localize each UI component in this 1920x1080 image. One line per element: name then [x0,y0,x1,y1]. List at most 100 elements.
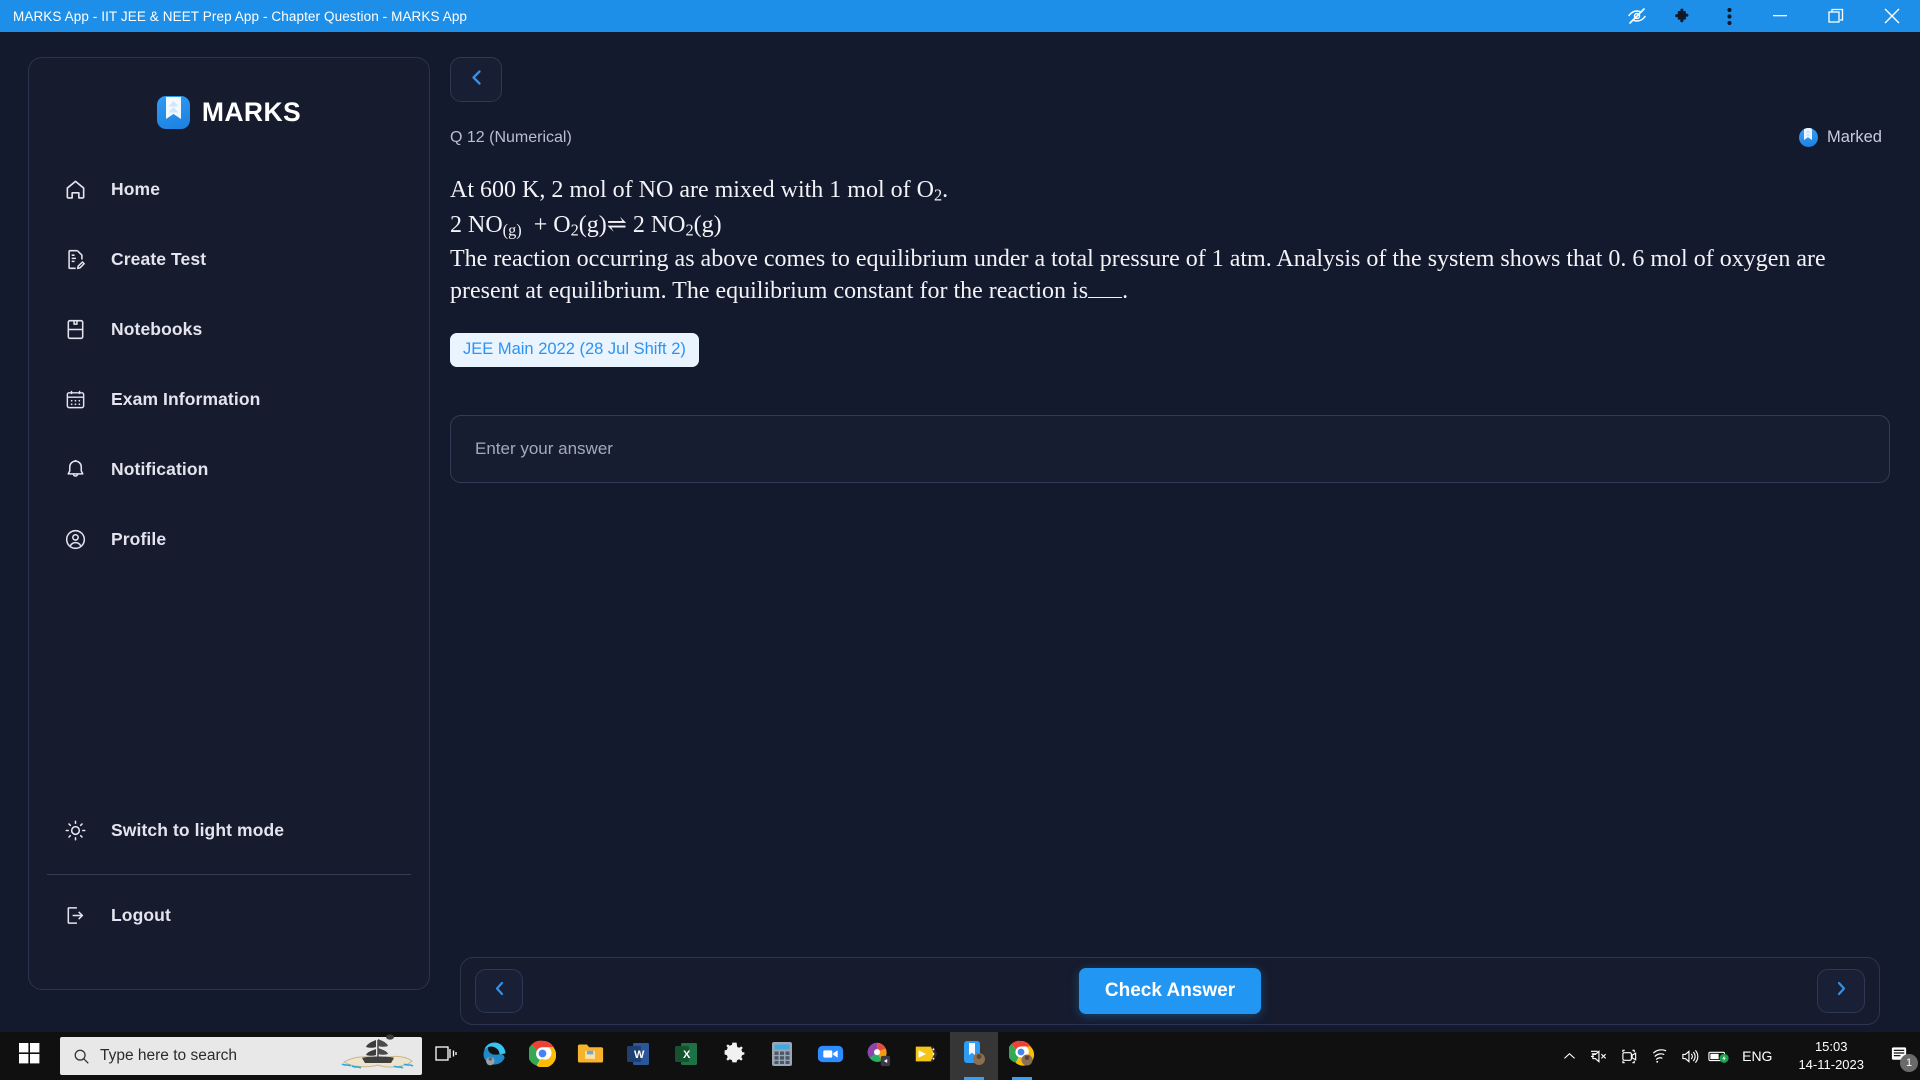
search-input[interactable]: Type here to search [60,1034,422,1075]
settings-gear-icon [722,1041,747,1071]
home-icon [62,176,88,202]
media-player-icon [865,1041,891,1072]
svg-text:W: W [634,1049,645,1061]
answer-input-placeholder: Enter your answer [475,438,613,458]
sidebar-item-notebooks[interactable]: Notebooks [29,303,429,355]
action-center-button[interactable]: 1 [1878,1032,1920,1080]
equation-species-3: NO [650,211,686,238]
three-dot-menu-icon[interactable] [1706,0,1752,32]
equation-sub-1: (g) [502,220,522,240]
answer-input[interactable]: Enter your answer [450,414,1890,483]
logout-label: Logout [111,904,171,925]
microsoft-excel-icon: X [674,1041,698,1072]
taskbar-app-media-player[interactable] [854,1032,902,1080]
question-period: . [1122,278,1129,305]
search-icon [60,1048,100,1065]
theme-toggle-button[interactable]: Switch to light mode [29,804,429,856]
back-button[interactable] [450,57,502,102]
taskbar-app-zoom[interactable] [806,1032,854,1080]
calendar-icon [62,386,88,412]
task-view-button[interactable] [422,1032,470,1080]
exam-tag-chip[interactable]: JEE Main 2022 (28 Jul Shift 2) [450,332,699,367]
sidebar-item-label: Notebooks [111,318,203,339]
sidebar-item-exam-information[interactable]: Exam Information [29,373,429,425]
equation-species-1: NO [468,211,503,238]
puzzle-piece-icon[interactable] [1660,0,1706,32]
system-tray: ENG 15:03 14-11-2023 1 [1554,1032,1920,1080]
windows-taskbar: Type here to search W X ENG 15:03 14-11-… [0,1032,1920,1080]
sidebar-item-create-test[interactable]: Create Test [29,233,429,285]
notification-count-badge: 1 [1900,1054,1918,1072]
language-indicator[interactable]: ENG [1734,1048,1784,1064]
logout-button[interactable]: Logout [29,889,429,941]
sidebar-item-home[interactable]: Home [29,163,429,215]
search-decorative-illustration [338,1032,416,1075]
file-explorer-icon [577,1041,604,1071]
question-line-1: At 600 K, 2 mol of NO are mixed with 1 m… [450,177,949,205]
volume-icon[interactable] [1674,1032,1704,1080]
sidebar-item-notification[interactable]: Notification [29,443,429,495]
sidebar-item-label: Home [111,178,161,199]
equation-sub-2: 2 [570,220,579,240]
clock[interactable]: 15:03 14-11-2023 [1784,1038,1878,1073]
question-number: Q 12 (Numerical) [450,128,572,146]
sidebar-item-label: Exam Information [111,388,261,409]
next-question-button[interactable] [1817,969,1865,1013]
sidebar-divider [47,874,411,875]
close-button[interactable] [1864,0,1920,32]
sidebar-item-label: Profile [111,528,167,549]
taskbar-app-settings[interactable] [710,1032,758,1080]
google-chrome-icon-2 [1007,1040,1035,1072]
window-title: MARKS App - IIT JEE & NEET Prep App - Ch… [13,8,468,24]
eye-off-icon[interactable] [1614,0,1660,32]
show-hidden-icons-icon[interactable] [1554,1032,1584,1080]
brand-name: MARKS [201,97,302,127]
windows-start-icon [18,1043,40,1069]
chemical-equation: 2 NO(g) + O2(g)⇌ 2 NO2(g) [450,210,1890,242]
notebook-icon [62,316,88,342]
status-badge[interactable]: Marked [1798,128,1882,147]
question-line-1-text: At 600 K, 2 mol of NO are mixed with 1 m… [450,177,934,203]
sidebar: MARKS Home Create Test Notebooks Exam In… [28,57,430,990]
app-window: MARKS Home Create Test Notebooks Exam In… [0,32,1920,1048]
wifi-icon[interactable] [1644,1032,1674,1080]
taskbar-app-google-chrome-2[interactable] [998,1032,1046,1080]
microsoft-edge-icon [481,1040,508,1072]
bell-icon [62,456,88,482]
document-edit-icon [62,246,88,272]
equation-reactant-1: 2 [450,211,462,238]
taskbar-app-microsoft-edge[interactable] [470,1032,518,1080]
taskbar-app-marks-app[interactable] [950,1032,998,1080]
taskbar-app-file-explorer[interactable] [566,1032,614,1080]
task-view-icon [435,1044,457,1069]
taskbar-app-video-editor[interactable] [902,1032,950,1080]
sidebar-nav: Home Create Test Notebooks Exam Informat… [29,163,429,583]
equation-sub-3: 2 [685,220,694,240]
question-navigation-bar: Check Answer [460,957,1880,1025]
previous-question-button[interactable] [475,969,523,1013]
taskbar-app-microsoft-word[interactable]: W [614,1032,662,1080]
subscript-2: 2 [933,185,943,205]
chevron-left-icon [493,980,506,1002]
maximize-button[interactable] [1808,0,1864,32]
taskbar-app-microsoft-excel[interactable]: X [662,1032,710,1080]
taskbar-app-google-chrome[interactable] [518,1032,566,1080]
equation-plus: + [533,211,548,238]
microsoft-word-icon: W [626,1041,650,1072]
battery-icon[interactable] [1704,1032,1734,1080]
check-answer-button[interactable]: Check Answer [1078,968,1262,1014]
speaker-mute-icon[interactable] [1584,1032,1614,1080]
sidebar-item-profile[interactable]: Profile [29,513,429,565]
equation-species-2: O [553,211,571,238]
window-title-bar: MARKS App - IIT JEE & NEET Prep App - Ch… [0,0,1920,32]
sun-icon [62,817,88,843]
chevron-left-icon [469,68,484,92]
camera-icon[interactable] [1614,1032,1644,1080]
start-button[interactable] [0,1032,58,1080]
minimize-button[interactable] [1752,0,1808,32]
marked-label: Marked [1826,128,1882,146]
bookmark-filled-icon [1798,128,1818,147]
taskbar-app-calculator[interactable] [758,1032,806,1080]
main-content: Q 12 (Numerical) Marked At 600 K, 2 mol … [450,57,1890,1012]
